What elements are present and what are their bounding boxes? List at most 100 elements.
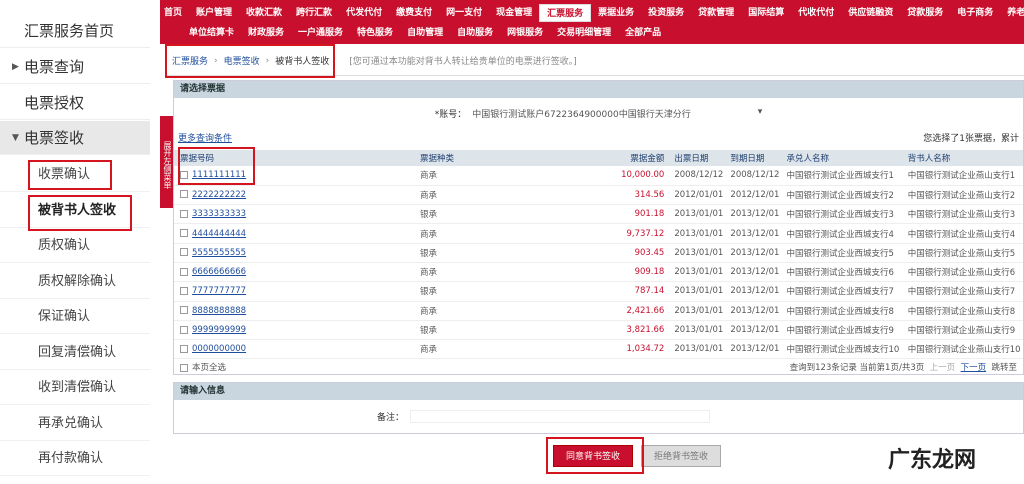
bill-number-link[interactable]: 7777777777 xyxy=(192,286,246,296)
nav-item[interactable]: 代收代付 xyxy=(791,4,841,22)
bill-number-link[interactable]: 9999999999 xyxy=(192,325,246,335)
bill-number-link[interactable]: 2222222222 xyxy=(192,190,246,200)
row-checkbox[interactable] xyxy=(180,267,188,276)
bill-number-link[interactable]: 0000000000 xyxy=(192,344,246,354)
column-header[interactable]: 到期日期 xyxy=(724,150,781,166)
column-header[interactable]: 出票日期 xyxy=(668,150,725,166)
nav-item[interactable]: 投资服务 xyxy=(641,4,691,22)
sidebar-subitem[interactable]: 保证确认 xyxy=(0,300,150,334)
nav-item[interactable]: 养老金 xyxy=(1000,4,1024,22)
cell: 中国银行测试企业西城支行6 xyxy=(780,262,902,283)
sidebar-subitem[interactable]: 质权解除确认 xyxy=(0,265,150,299)
select-bill-panel: 请选择票据 *账号： 中国银行测试账户6722364900000中国银行天津分行… xyxy=(173,80,1024,375)
nav-item[interactable]: 代发代付 xyxy=(339,4,389,22)
nav-item[interactable]: 网银服务 xyxy=(500,24,550,42)
select-all-checkbox[interactable]: 本页全选 xyxy=(180,359,226,377)
cell: 3,821.66 xyxy=(614,320,669,341)
cell: 2008/12/12 xyxy=(724,166,781,186)
column-header[interactable]: 承兑人名称 xyxy=(780,150,902,166)
bill-table: 票据号码 票据种类 票据金额 出票日期 到期日期 承兑人名称 背书人名称 111111111… xyxy=(174,150,1023,360)
table-row[interactable]: 5555555555 银承 903.45 2013/01/01 2013/12/01 中国… xyxy=(174,243,1023,263)
nav-item[interactable]: 供应链融资 xyxy=(841,4,900,22)
cell: 0000000000 xyxy=(174,339,414,360)
nav-item[interactable]: 贷款管理 xyxy=(691,4,741,22)
cell: 2013/01/01 xyxy=(668,339,725,360)
nav-item[interactable]: 网一支付 xyxy=(439,4,489,22)
cell: 2012/12/01 xyxy=(724,185,781,206)
sidebar-item[interactable]: ▼ 电票签收 xyxy=(0,121,150,155)
input-panel: 请输入信息 备注： xyxy=(173,382,1024,434)
cell: 7777777777 xyxy=(174,281,414,302)
sidebar-item-label: 汇票服务首页 xyxy=(24,22,115,40)
cell: 2013/12/01 xyxy=(724,301,781,321)
table-row[interactable]: 0000000000 商承 1,034.72 2013/01/01 2013/12/01… xyxy=(174,339,1023,360)
row-checkbox[interactable] xyxy=(180,306,188,315)
bill-number-link[interactable]: 3333333333 xyxy=(192,209,246,219)
sidebar-subitem[interactable]: 回复清偿确认 xyxy=(0,336,150,370)
cell: 2013/01/01 xyxy=(668,262,725,283)
next-page[interactable]: 下一页 xyxy=(961,363,987,373)
table-row[interactable]: 3333333333 银承 901.18 2013/01/01 2013/12/01 中国… xyxy=(174,204,1023,225)
table-row[interactable]: 7777777777 银承 787.14 2013/01/01 2013/12/01 中国… xyxy=(174,281,1023,302)
row-checkbox[interactable] xyxy=(180,209,188,218)
row-checkbox[interactable] xyxy=(180,286,188,295)
sidebar-item[interactable]: 电票授权 xyxy=(0,86,150,120)
nav-item[interactable]: 自助服务 xyxy=(450,24,500,42)
sidebar-item[interactable]: ▶ 电票查询 xyxy=(0,50,150,84)
row-checkbox[interactable] xyxy=(180,190,188,199)
bill-number-link[interactable]: 8888888888 xyxy=(192,306,246,316)
reject-endorse-button[interactable]: 拒绝背书签收 xyxy=(641,445,722,467)
table-row[interactable]: 8888888888 商承 2,421.66 2013/01/01 2013/12/01… xyxy=(174,301,1023,321)
bill-number-link[interactable]: 5555555555 xyxy=(192,248,246,258)
nav-item[interactable]: 财政服务 xyxy=(241,24,291,42)
nav-item[interactable]: 汇票服务 xyxy=(539,4,592,22)
expand-menu-tab[interactable]: 展开左侧菜单 xyxy=(160,116,173,208)
table-row[interactable]: 4444444444 商承 9,737.12 2013/01/01 2013/12/01… xyxy=(174,223,1023,244)
bill-number-link[interactable]: 4444444444 xyxy=(192,229,246,239)
nav-item[interactable]: 账户管理 xyxy=(189,4,239,22)
column-header[interactable]: 票据金额 xyxy=(614,150,669,166)
column-header[interactable]: 票据种类 xyxy=(414,150,614,166)
cell: 3333333333 xyxy=(174,204,414,225)
nav-item[interactable]: 特色服务 xyxy=(350,24,400,42)
nav-item[interactable]: 票据业务 xyxy=(591,4,641,22)
nav-item[interactable]: 全部产品 xyxy=(618,24,668,42)
sidebar-subitem[interactable]: 再付款确认 xyxy=(0,442,150,476)
account-select[interactable]: 中国银行测试账户6722364900000中国银行天津分行 ▾ xyxy=(472,107,762,120)
pager-info: 查询到123条记录 当前第1页/共3页 xyxy=(789,363,925,374)
nav-item[interactable]: 电子商务 xyxy=(950,4,1000,22)
nav-item[interactable]: 一户通服务 xyxy=(291,24,350,42)
nav-item[interactable]: 单位结算卡 xyxy=(182,24,241,42)
sidebar-item[interactable]: 汇票服务首页 xyxy=(0,14,150,48)
table-row[interactable]: 6666666666 商承 909.18 2013/01/01 2013/12/01 中国… xyxy=(174,262,1023,283)
nav-item[interactable]: 跨行汇款 xyxy=(289,4,339,22)
nav-item[interactable]: 收款汇款 xyxy=(239,4,289,22)
nav-item[interactable]: 交易明细管理 xyxy=(550,24,618,42)
table-row[interactable]: 2222222222 商承 314.56 2012/01/01 2012/12/01 中国… xyxy=(174,185,1023,206)
cell: 银承 xyxy=(414,243,614,263)
row-checkbox[interactable] xyxy=(180,248,188,257)
table-row[interactable]: 9999999999 银承 3,821.66 2013/01/01 2013/12/01… xyxy=(174,320,1023,341)
column-header[interactable]: 背书人名称 xyxy=(901,150,1023,166)
remark-input[interactable] xyxy=(410,409,710,423)
cell: 2013/12/01 xyxy=(724,320,781,341)
nav-home[interactable]: 首页 xyxy=(160,4,189,22)
table-row[interactable]: 1111111111 商承 10,000.00 2008/12/12 2008/12/1… xyxy=(174,166,1023,186)
nav-item[interactable]: 现金管理 xyxy=(489,4,539,22)
nav-item[interactable]: 自助管理 xyxy=(400,24,450,42)
jump-to[interactable]: 跳转至 xyxy=(991,363,1017,373)
nav-item[interactable]: 贷款服务 xyxy=(900,4,950,22)
nav-item[interactable]: 国际结算 xyxy=(741,4,791,22)
sidebar-item-label: 电票查询 xyxy=(24,58,85,76)
sidebar-subitem[interactable]: 质权确认 xyxy=(0,229,150,263)
row-checkbox[interactable] xyxy=(180,229,188,238)
nav-item[interactable]: 缴费支付 xyxy=(389,4,439,22)
row-checkbox[interactable] xyxy=(180,344,188,353)
cell: 商承 xyxy=(414,223,614,244)
row-checkbox[interactable] xyxy=(180,325,188,334)
prev-page[interactable]: 上一页 xyxy=(930,363,956,373)
bill-number-link[interactable]: 6666666666 xyxy=(192,267,246,277)
cell: 中国银行测试企业西城支行10 xyxy=(780,339,902,360)
chevron-down-icon: ▼ xyxy=(12,133,19,143)
cell: 2,421.66 xyxy=(614,301,669,321)
